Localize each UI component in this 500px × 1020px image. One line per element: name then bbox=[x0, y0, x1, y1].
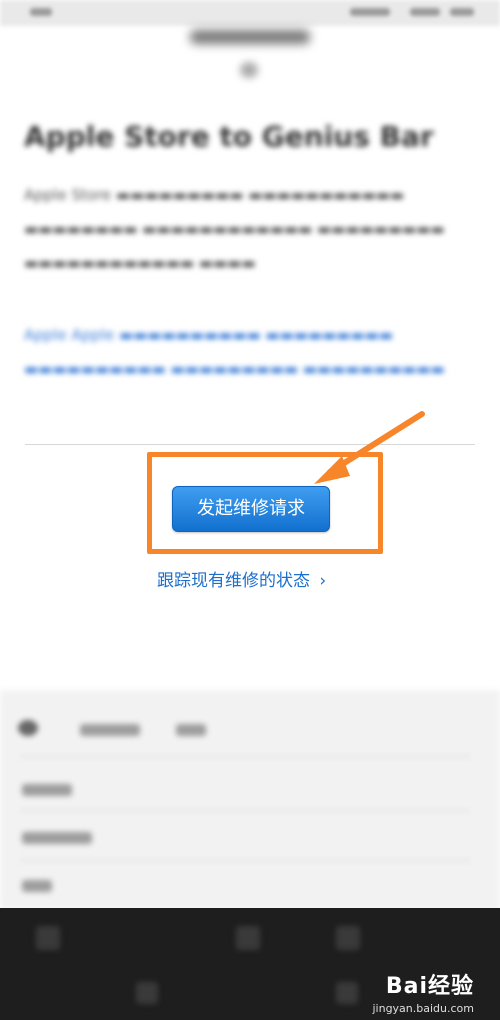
watermark-brand: Bai经验 bbox=[385, 974, 474, 999]
tabs-icon[interactable] bbox=[236, 926, 260, 950]
start-repair-request-button[interactable]: 发起维修请求 bbox=[172, 486, 330, 532]
article-link-paragraph[interactable]: Apple Apple ▬▬▬▬▬▬▬▬▬▬ ▬▬▬▬▬▬▬▬▬ ▬▬▬▬▬▬▬… bbox=[24, 318, 469, 386]
apple-icon bbox=[240, 62, 258, 78]
watermark-url: jingyan.baidu.com bbox=[372, 1002, 474, 1015]
article-paragraph: Apple Store ▬▬▬▬▬▬▬▬▬ ▬▬▬▬▬▬▬▬▬▬▬ ▬▬▬▬▬▬… bbox=[24, 186, 445, 272]
track-repair-status-link[interactable]: 跟踪现有维修的状态 › bbox=[157, 566, 326, 591]
baidu-jingyan-watermark: Bai经验 jingyan.baidu.com bbox=[372, 968, 474, 1015]
site-logo bbox=[190, 30, 310, 44]
page-heading: Apple Store to Genius Bar bbox=[24, 120, 434, 153]
menu-icon[interactable] bbox=[336, 926, 360, 950]
status-bar bbox=[0, 0, 500, 26]
pointer-arrow-icon bbox=[314, 411, 425, 484]
track-repair-label: 跟踪现有维修的状态 bbox=[157, 571, 310, 591]
share-icon[interactable] bbox=[336, 982, 358, 1004]
home-icon[interactable] bbox=[136, 982, 158, 1004]
page-footer bbox=[0, 690, 500, 910]
back-icon[interactable] bbox=[36, 926, 60, 950]
chevron-right-icon: › bbox=[319, 571, 327, 591]
